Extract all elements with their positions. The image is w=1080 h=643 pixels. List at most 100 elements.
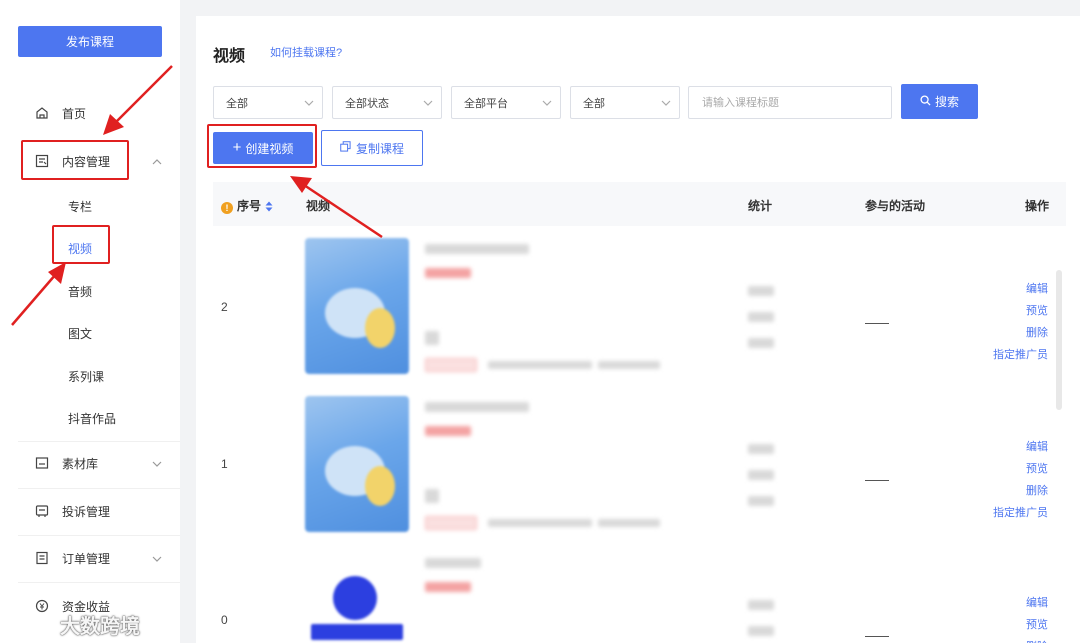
row-actions: 编辑 预览 删除 指定推广员 (993, 436, 1048, 524)
icon-blurred (425, 331, 439, 345)
tag-blurred (425, 516, 477, 530)
status-select[interactable]: 全部状态 (332, 86, 442, 119)
chevron-down-icon (152, 457, 162, 471)
table-row: 0 编辑 预览 删除 (213, 552, 1066, 643)
search-button-label: 搜索 (934, 95, 959, 109)
sidebar-subitem-series[interactable]: 系列课 (0, 361, 180, 391)
delete-link[interactable]: 删除 (993, 322, 1048, 344)
sidebar-subitem-article[interactable]: 图文 (0, 318, 180, 348)
sidebar-item-complaints[interactable]: 投诉管理 (0, 491, 180, 531)
assign-promoter-link[interactable]: 指定推广员 (993, 502, 1048, 524)
video-title-blurred (425, 244, 529, 254)
row-actions: 编辑 预览 删除 (1026, 592, 1048, 643)
search-button[interactable]: 搜索 (901, 84, 978, 119)
sort-icon[interactable] (265, 201, 273, 215)
sidebar-item-home[interactable]: 首页 (0, 93, 180, 133)
select-value: 全部 (583, 97, 605, 110)
publish-course-button[interactable]: 发布课程 (18, 26, 162, 57)
sidebar-subitem-audio[interactable]: 音频 (0, 276, 180, 306)
delete-link[interactable]: 删除 (993, 480, 1048, 502)
chevron-down-icon (423, 98, 433, 110)
meta-blurred (598, 361, 660, 369)
main-panel: 视频 如何挂载课程? 全部 全部状态 全部平台 全部 搜索 + 创建视频 复制课… (196, 16, 1080, 643)
row-index: 1 (221, 457, 228, 471)
create-video-button[interactable]: + 创建视频 (213, 132, 313, 164)
select-value: 全部 (226, 97, 248, 110)
divider (18, 582, 180, 583)
meta-blurred (488, 361, 592, 369)
tag-blurred (425, 358, 477, 372)
platform-select[interactable]: 全部平台 (451, 86, 561, 119)
row-index: 0 (221, 613, 228, 627)
select-value: 全部状态 (345, 97, 389, 110)
table-row: 1 编辑 预览 删除 指定推广员 (213, 396, 1066, 552)
chevron-up-icon (152, 155, 162, 169)
scrollbar[interactable] (1056, 270, 1062, 410)
search-input[interactable] (688, 86, 892, 119)
watermark-text: 大数跨境 (60, 615, 140, 638)
sidebar-subitem-douyin[interactable]: 抖音作品 (0, 403, 180, 433)
preview-link[interactable]: 预览 (1026, 614, 1048, 636)
column-activity: 参与的活动 (865, 199, 926, 213)
sidebar-subitem-column[interactable]: 专栏 (0, 191, 180, 221)
column-video: 视频 (306, 199, 331, 213)
select-value: 全部平台 (464, 97, 508, 110)
price-blurred (425, 582, 471, 592)
activity-empty (865, 636, 889, 637)
stat-blurred (748, 626, 774, 636)
complaint-icon (34, 503, 50, 519)
copy-course-label: 复制课程 (355, 141, 404, 156)
watermark: 大数跨境 (8, 608, 140, 640)
column-index[interactable]: ! 序号 (221, 197, 273, 215)
help-link[interactable]: 如何挂载课程? (270, 44, 342, 60)
chevron-down-icon (661, 98, 671, 110)
preview-link[interactable]: 预览 (993, 300, 1048, 322)
divider (18, 488, 180, 489)
delete-link[interactable]: 删除 (1026, 636, 1048, 643)
order-icon (34, 550, 50, 566)
edit-link[interactable]: 编辑 (993, 436, 1048, 458)
sidebar-item-orders[interactable]: 订单管理 (0, 538, 180, 578)
sidebar-subitem-video[interactable]: 视频 (0, 233, 180, 263)
stat-blurred (748, 496, 774, 506)
table-row: 2 编辑 预览 删除 指定推广员 (213, 238, 1066, 394)
create-video-label: 创建视频 (245, 141, 294, 156)
category-select[interactable]: 全部 (213, 86, 323, 119)
price-blurred (425, 268, 471, 278)
watermark-logo-icon (8, 608, 54, 640)
table-header: ! 序号 视频 统计 参与的活动 操作 (213, 182, 1066, 226)
divider (18, 535, 180, 536)
copy-course-button[interactable]: 复制课程 (321, 130, 423, 166)
preview-link[interactable]: 预览 (993, 458, 1048, 480)
search-icon (920, 94, 931, 109)
video-thumbnail[interactable] (305, 238, 409, 374)
sidebar-item-materials[interactable]: 素材库 (0, 443, 180, 483)
type-select[interactable]: 全部 (570, 86, 680, 119)
column-stats: 统计 (748, 199, 773, 213)
price-blurred (425, 426, 471, 436)
video-title-blurred (425, 558, 481, 568)
chevron-down-icon (304, 98, 314, 110)
home-icon (34, 105, 50, 121)
video-title-blurred (425, 402, 529, 412)
stat-blurred (748, 444, 774, 454)
assign-promoter-link[interactable]: 指定推广员 (993, 344, 1048, 366)
column-operations: 操作 (1025, 199, 1050, 213)
chevron-down-icon (152, 552, 162, 566)
folder-icon (34, 455, 50, 471)
sidebar: 发布课程 首页 内容管理 专栏 视频 音频 图文 系列课 抖音作品 素材库 投诉… (0, 0, 180, 643)
info-icon: ! (221, 202, 233, 214)
stat-blurred (748, 312, 774, 322)
stat-blurred (748, 600, 774, 610)
row-actions: 编辑 预览 删除 指定推广员 (993, 278, 1048, 366)
row-index: 2 (221, 300, 228, 314)
video-thumbnail[interactable] (305, 396, 409, 532)
sidebar-item-label: 订单管理 (62, 551, 111, 566)
sidebar-item-content[interactable]: 内容管理 (0, 141, 180, 181)
edit-link[interactable]: 编辑 (993, 278, 1048, 300)
sidebar-item-label: 首页 (62, 106, 87, 121)
edit-link[interactable]: 编辑 (1026, 592, 1048, 614)
activity-empty (865, 480, 889, 481)
video-thumbnail[interactable] (305, 572, 409, 643)
activity-empty (865, 323, 889, 324)
